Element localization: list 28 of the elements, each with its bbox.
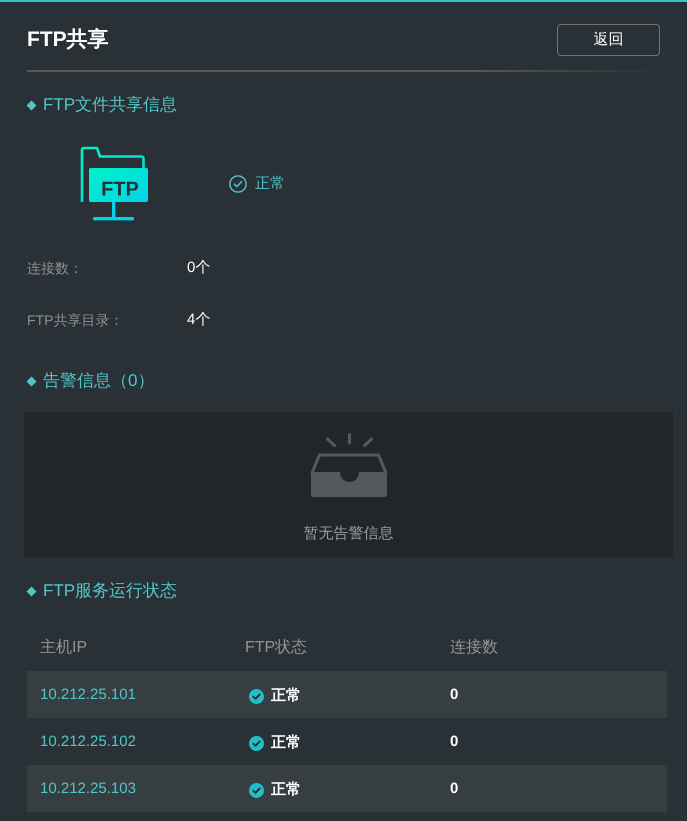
page-title: FTP共享 — [27, 26, 109, 53]
back-button[interactable]: 返回 — [557, 24, 660, 56]
status-text: 正常 — [271, 732, 301, 753]
empty-message: 暂无告警信息 — [304, 524, 394, 544]
column-header: FTP状态 — [245, 639, 308, 656]
field-label: FTP共享目录： — [27, 310, 124, 330]
column-header: 主机IP — [40, 639, 88, 656]
column-header: 连接数 — [450, 639, 498, 656]
check-circle-icon — [229, 175, 247, 193]
check-circle-icon — [249, 736, 264, 750]
check-circle-icon — [249, 688, 264, 704]
check-circle-icon — [249, 782, 264, 798]
host-ip-link[interactable]: 10.212.25.101 — [40, 686, 136, 702]
status-text: 正常 — [271, 686, 301, 706]
section-heading: 告警信息（0） — [43, 370, 154, 392]
field-value: 0个 — [187, 258, 210, 278]
section-heading: FTP服务运行状态 — [43, 580, 178, 602]
host-ip-link[interactable]: 10.212.25.102 — [40, 732, 136, 750]
table-cell: 0 — [450, 686, 458, 702]
status-text: 正常 — [255, 174, 285, 194]
empty-inbox-icon — [310, 433, 388, 497]
field-value: 4个 — [187, 310, 210, 330]
field-label: 连接数： — [27, 258, 84, 278]
table-cell: 0 — [450, 732, 458, 750]
host-ip-link[interactable]: 10.212.25.103 — [40, 780, 136, 796]
table-cell: 0 — [450, 780, 458, 796]
status-text: 正常 — [271, 780, 301, 800]
section-heading: FTP文件共享信息 — [43, 94, 178, 116]
